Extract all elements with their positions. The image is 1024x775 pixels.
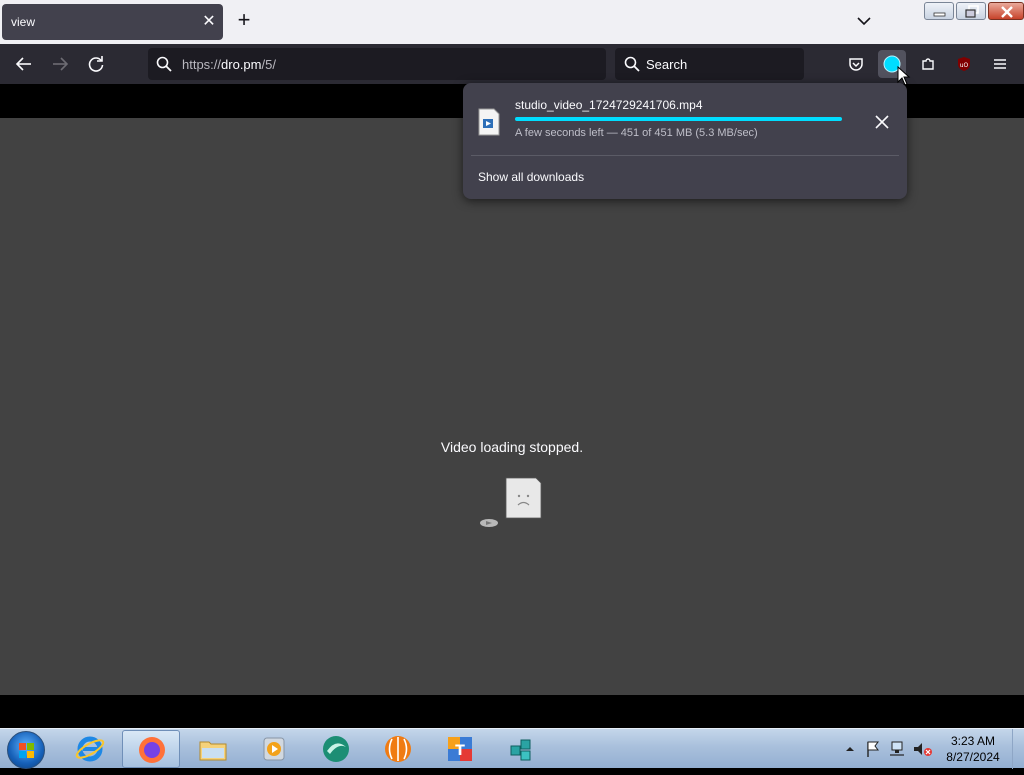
- video-file-icon: [478, 108, 500, 136]
- download-item[interactable]: studio_video_1724729241706.mp4 A few sec…: [471, 91, 899, 155]
- taskbar-media-player[interactable]: [245, 730, 303, 768]
- url-scheme: https://: [182, 57, 222, 72]
- taskbar-app-orange[interactable]: [369, 730, 427, 768]
- search-icon: [624, 56, 640, 72]
- video-error-message: Video loading stopped.: [440, 439, 584, 455]
- taskbar-internet-explorer[interactable]: [61, 730, 119, 768]
- tab-title: view: [11, 15, 36, 29]
- forward-button[interactable]: [48, 52, 72, 76]
- taskbar-file-explorer[interactable]: [184, 730, 242, 768]
- ublock-shield-icon: uO: [958, 57, 970, 71]
- url-bar[interactable]: https://dro.pm/5/: [148, 48, 606, 80]
- arrow-right-icon: [53, 57, 69, 71]
- downloads-panel: studio_video_1724729241706.mp4 A few sec…: [463, 83, 907, 199]
- cancel-download-button[interactable]: [871, 111, 893, 133]
- pocket-button[interactable]: [842, 50, 870, 78]
- minimize-icon: [933, 12, 946, 17]
- app-menu-button[interactable]: [986, 50, 1014, 78]
- download-filename: studio_video_1724729241706.mp4: [515, 98, 703, 112]
- svg-text:T: T: [455, 743, 465, 759]
- search-placeholder: Search: [646, 57, 688, 72]
- close-icon: [875, 115, 889, 129]
- url-text: https://dro.pm/5/: [182, 57, 276, 72]
- show-desktop-button[interactable]: [1012, 729, 1024, 769]
- video-bottom-bar: [0, 695, 1024, 728]
- puzzle-icon: [922, 58, 934, 70]
- download-status: A few seconds left — 451 of 451 MB (5.3 …: [515, 127, 758, 139]
- close-icon: [1001, 6, 1013, 18]
- hamburger-menu-icon: [994, 59, 1006, 69]
- tab-view[interactable]: view ✕: [2, 4, 223, 40]
- new-tab-button[interactable]: +: [233, 9, 255, 32]
- close-icon[interactable]: ✕: [199, 12, 219, 32]
- minimize-button[interactable]: [924, 2, 954, 20]
- url-host: dro.pm: [221, 57, 262, 72]
- arrow-left-icon: [15, 57, 31, 71]
- show-hidden-icons-icon: [846, 747, 854, 751]
- taskbar: T 3:23 AM 8/27/2024: [0, 728, 1024, 769]
- tab-strip: view ✕ +: [0, 0, 1024, 44]
- search-bar[interactable]: Search: [615, 48, 804, 80]
- divider: [471, 155, 899, 156]
- sad-file-icon: [480, 477, 542, 527]
- ublock-origin-button[interactable]: uO: [950, 50, 978, 78]
- taskbar-firefox[interactable]: [122, 730, 180, 768]
- window-close-button[interactable]: [988, 2, 1024, 20]
- clock-time: 3:23 AM: [950, 734, 996, 748]
- search-icon: [156, 56, 172, 72]
- video-player[interactable]: [0, 118, 1024, 695]
- windows-logo-icon: [19, 743, 34, 758]
- url-path: /5/: [261, 57, 276, 72]
- download-progress-bar: [515, 117, 842, 121]
- internet-explorer-icon: [75, 736, 105, 762]
- svg-text:uO: uO: [960, 62, 969, 69]
- restore-button[interactable]: [956, 2, 986, 20]
- taskbar-app-cubes[interactable]: [493, 730, 551, 768]
- taskbar-clock[interactable]: 3:23 AM 8/27/2024: [940, 733, 1006, 765]
- system-tray-icons: [846, 741, 932, 757]
- extensions-button[interactable]: [914, 50, 942, 78]
- taskbar-app-teal[interactable]: [307, 730, 365, 768]
- action-center-flag-icon: [867, 741, 879, 757]
- back-button[interactable]: [12, 52, 36, 76]
- folder-icon: [199, 741, 227, 761]
- start-button[interactable]: [7, 731, 45, 769]
- taskbar-app-colorful[interactable]: T: [431, 730, 489, 768]
- reload-button[interactable]: [84, 52, 108, 76]
- teal-swirl-app-icon: [323, 736, 349, 762]
- pocket-icon: [849, 58, 863, 71]
- network-icon: [890, 741, 904, 756]
- list-all-tabs-button[interactable]: [852, 10, 876, 32]
- restore-icon: [965, 5, 979, 18]
- clock-date: 8/27/2024: [946, 750, 1000, 764]
- download-progress-fill: [515, 117, 842, 121]
- firefox-icon: [139, 737, 165, 763]
- mouse-cursor-icon: [897, 66, 911, 86]
- orange-globe-app-icon: [385, 736, 411, 762]
- media-player-icon: [263, 737, 285, 761]
- chevron-down-icon: [857, 17, 871, 26]
- colorful-text-app-icon: T: [448, 737, 472, 761]
- navigation-toolbar: https://dro.pm/5/ Search uO: [0, 44, 1024, 84]
- show-all-downloads-button[interactable]: Show all downloads: [478, 170, 584, 184]
- system-tray: [842, 737, 938, 761]
- cubes-app-icon: [510, 739, 531, 761]
- reload-icon: [88, 56, 104, 72]
- volume-muted-icon: [914, 743, 932, 756]
